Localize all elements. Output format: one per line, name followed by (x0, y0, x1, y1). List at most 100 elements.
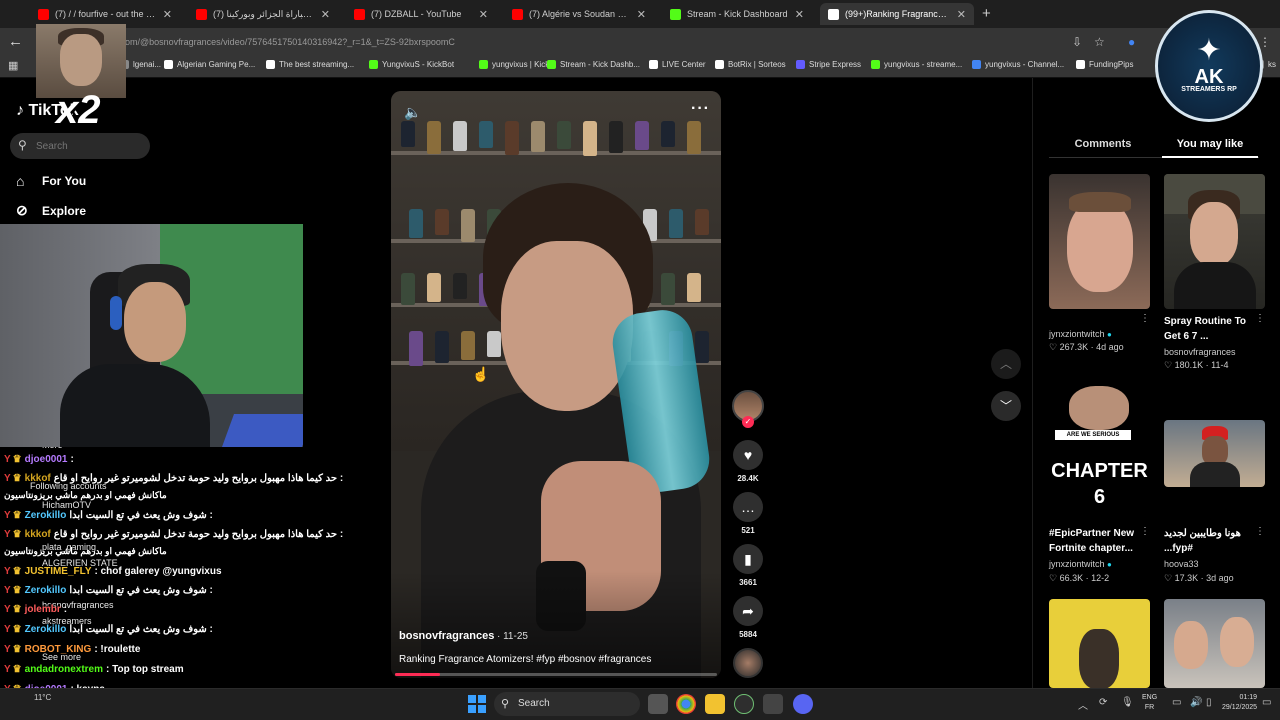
nav-explore[interactable]: ⊘ Explore (16, 202, 86, 219)
menu-dots-icon[interactable]: ⋮ (1259, 35, 1271, 49)
video-thumbnail[interactable] (1164, 174, 1265, 309)
chat-message: Y ♛ djoe0001: (4, 454, 74, 465)
discord-icon[interactable] (793, 694, 813, 714)
volume-icon[interactable]: 🔈 (404, 104, 421, 121)
task-view-icon[interactable] (648, 694, 668, 714)
video-progress-track[interactable] (395, 673, 717, 676)
file-explorer-icon[interactable] (705, 694, 725, 714)
close-tab-icon[interactable]: ✕ (957, 8, 966, 21)
bookmark-item[interactable]: Stripe Express (796, 60, 861, 69)
battery-icon[interactable]: ▯ (1206, 697, 1212, 708)
extension-icon[interactable]: ● (1128, 35, 1135, 49)
following-account[interactable]: HichamOTV (42, 500, 91, 510)
save-action[interactable]: ▮ 3661 (733, 544, 763, 587)
card-author[interactable]: jynxziontwitch ● (1049, 329, 1112, 339)
video-thumbnail[interactable]: ARE WE SERIOUS CHAPTER 6 (1049, 386, 1150, 521)
follow-check-icon[interactable]: ✓ (742, 416, 754, 428)
close-tab-icon[interactable]: ✕ (795, 8, 804, 21)
card-author[interactable]: hoova33 (1164, 559, 1199, 569)
card-author[interactable]: jynxziontwitch ● (1049, 559, 1112, 569)
install-app-icon[interactable]: ⇩ (1072, 35, 1082, 49)
music-disc-icon[interactable] (733, 648, 763, 678)
bookmark-label: Stripe Express (809, 60, 862, 69)
close-tab-icon[interactable]: ✕ (163, 8, 172, 21)
video-author[interactable]: bosnovfragrances (399, 630, 494, 642)
share-icon[interactable]: ➦ (733, 596, 763, 626)
bookmark-label: ks (1268, 60, 1276, 69)
tab-comments[interactable]: Comments (1049, 138, 1157, 150)
comment-icon[interactable]: … (733, 492, 763, 522)
tab-favicon-icon (38, 8, 49, 20)
video-player[interactable] (391, 91, 721, 678)
browser-tab[interactable]: (99+)Ranking Fragrance Atomi ✕ (820, 3, 974, 25)
like-action[interactable]: ♥ 28.4K (733, 440, 763, 483)
bookmark-star-icon[interactable]: ☆ (1094, 35, 1105, 49)
previous-video-button[interactable]: ︿ (991, 349, 1021, 379)
close-tab-icon[interactable]: ✕ (637, 8, 646, 21)
tab-you-may-like[interactable]: You may like (1162, 138, 1258, 150)
bookmark-item[interactable]: yungvixus - streame... (871, 60, 962, 69)
browser-tab[interactable]: Stream - Kick Dashboard ✕ (662, 3, 812, 25)
chat-text: : (63, 604, 68, 615)
share-action[interactable]: ➦ 5884 (733, 596, 763, 639)
system-clock[interactable]: 01:19 29/12/2025 (1222, 693, 1257, 713)
url-field[interactable]: .com/@bosnovfragrances/video/75764517501… (118, 33, 1068, 51)
volume-tray-icon[interactable]: 🔊 (1190, 697, 1202, 708)
language-indicator[interactable]: ENG FR (1142, 693, 1157, 713)
back-arrow-icon[interactable]: ← (8, 33, 23, 50)
apps-grid-icon[interactable]: ▦ (8, 59, 18, 72)
like-icon[interactable]: ♥ (733, 440, 763, 470)
chrome-icon[interactable] (676, 694, 696, 714)
lang-primary: ENG (1142, 694, 1158, 701)
browser-tab[interactable]: (7) DZBALL - YouTube ✕ (346, 3, 496, 25)
new-tab-button[interactable]: + (982, 5, 991, 22)
browser-tab[interactable]: (7) Algérie vs Soudan analyse a ✕ (504, 3, 654, 25)
chat-message: Y ♛ andadronextrem: Top top stream (4, 664, 184, 675)
chat-message: Y ♛ Zerokillo شوف وش يعث في تع السيت ابدا : (4, 510, 213, 521)
next-video-button[interactable]: ﹀ (991, 391, 1021, 421)
card-title[interactable]: #EpicPartner New Fortnite chapter... (1049, 526, 1151, 556)
card-more-icon[interactable]: ⋮ (1140, 313, 1150, 324)
browser-tab[interactable]: (7) / / fourfive - out the air ( slo ✕ (30, 3, 180, 25)
browser-tab[interactable]: ملخص مباراة الجزائر وبوركينا (7) ✕ (188, 3, 338, 25)
bookmark-item[interactable]: FundingPips (1076, 60, 1133, 69)
bookmark-item[interactable]: BotRix | Sorteos (715, 60, 786, 69)
start-button[interactable] (468, 695, 486, 713)
bookmark-item[interactable]: lgenai... (120, 60, 161, 69)
weather-widget[interactable]: 11°C (34, 693, 51, 702)
save-icon[interactable]: ▮ (733, 544, 763, 574)
video-caption[interactable]: Ranking Fragrance Atomizers! #fyp #bosno… (399, 654, 651, 665)
close-tab-icon[interactable]: ✕ (479, 8, 488, 21)
mic-icon[interactable]: 🎙 (1121, 697, 1134, 708)
taskbar-search[interactable] (494, 692, 640, 716)
obs-icon[interactable] (734, 694, 754, 714)
network-icon[interactable]: ▭ (1172, 697, 1181, 708)
close-tab-icon[interactable]: ✕ (321, 8, 330, 21)
card-author[interactable]: bosnovfragrances (1164, 347, 1236, 357)
bookmark-favicon-icon (369, 60, 378, 69)
bookmark-item[interactable]: Algerian Gaming Pe... (164, 60, 255, 69)
video-thumbnail[interactable] (1164, 599, 1265, 688)
card-more-icon[interactable]: ⋮ (1255, 313, 1265, 324)
bookmark-item[interactable]: LIVE Center (649, 60, 706, 69)
bookmark-item[interactable]: yungvixus | Kick (479, 60, 549, 69)
bookmark-item[interactable]: The best streaming... (266, 60, 354, 69)
video-thumbnail[interactable] (1049, 174, 1150, 309)
more-options-icon[interactable]: ··· (691, 100, 710, 118)
comment-action[interactable]: … 521 (733, 492, 763, 535)
sync-icon[interactable]: ⟳ (1099, 697, 1107, 708)
card-more-icon[interactable]: ⋮ (1140, 526, 1150, 537)
bookmark-item[interactable]: Stream - Kick Dashb... (547, 60, 640, 69)
bookmark-item[interactable]: YungvixuS - KickBot (369, 60, 454, 69)
nav-for-you[interactable]: ⌂ For You (16, 173, 86, 189)
tray-chevron-icon[interactable]: ︿ (1078, 697, 1088, 712)
notification-icon[interactable]: ▭ (1262, 697, 1271, 708)
terminal-icon[interactable] (763, 694, 783, 714)
bookmark-item[interactable]: yungvixus - Channel... (972, 60, 1064, 69)
video-thumbnail[interactable] (1049, 599, 1150, 688)
card-title[interactable]: Spray Routine To Get 6 7 ... (1164, 314, 1256, 344)
search-input[interactable] (36, 139, 144, 153)
card-title[interactable]: هونا وطايبين لجديد #fyp... (1164, 526, 1256, 556)
video-thumbnail[interactable] (1164, 420, 1265, 487)
card-more-icon[interactable]: ⋮ (1255, 526, 1265, 537)
